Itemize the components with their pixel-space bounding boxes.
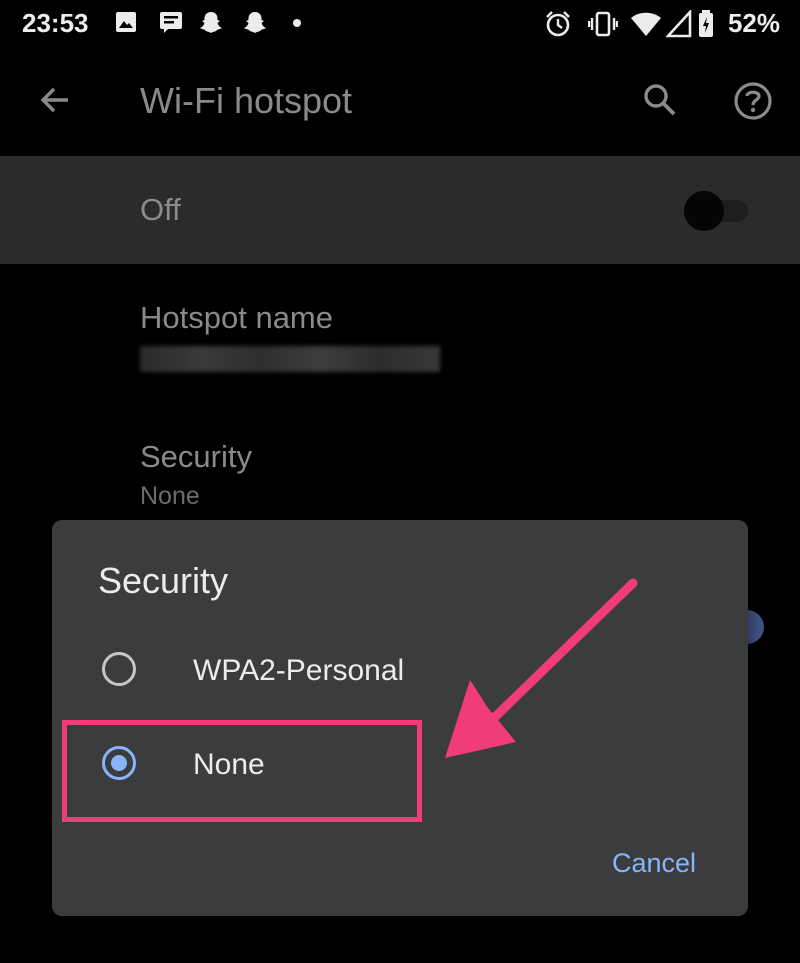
option-wpa2-personal[interactable]: WPA2-Personal [52,624,748,712]
radio-button-unchecked[interactable] [102,652,136,686]
page-title: Wi-Fi hotspot [140,80,353,121]
hotspot-toggle-row[interactable]: Off [0,156,800,264]
app-bar: Wi-Fi hotspot [0,48,800,156]
help-icon[interactable] [732,80,774,122]
screen: 23:53 52% Wi-Fi hotspot Off Hotspot name… [0,0,800,963]
status-bar: 23:53 52% [0,0,800,48]
option-label: WPA2-Personal [193,654,405,687]
highlight-box [62,720,422,822]
search-icon[interactable] [640,80,680,120]
snapchat-icon [244,12,266,33]
hotspot-name-title: Hotspot name [140,300,333,335]
signal-icon [666,10,692,38]
cancel-button[interactable]: Cancel [612,848,696,879]
toggle-label: Off [140,192,181,227]
dot-icon [293,19,301,27]
security-summary: None [140,482,200,510]
status-time: 23:53 [22,8,89,38]
image-icon [116,12,136,32]
security-title: Security [140,439,252,474]
dialog-title: Security [98,560,229,601]
wifi-icon [631,12,661,36]
toggle-switch-thumb[interactable] [684,191,724,231]
security-dialog: Security WPA2-Personal None Cancel [52,520,748,916]
snapchat-icon [200,12,222,33]
back-arrow-icon[interactable] [36,80,76,120]
vibrate-icon [588,11,618,37]
battery-icon [699,10,713,37]
message-icon [160,12,182,33]
battery-percentage: 52% [727,8,780,38]
hotspot-name-value-blurred [140,346,440,372]
alarm-icon [546,11,570,37]
